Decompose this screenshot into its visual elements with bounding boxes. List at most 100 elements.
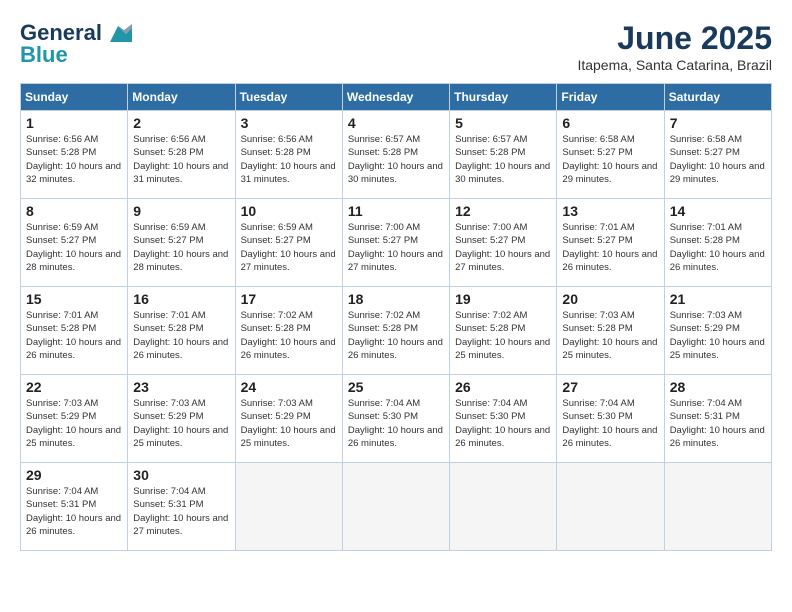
- calendar-cell: [664, 463, 771, 551]
- calendar-cell: 29Sunrise: 7:04 AMSunset: 5:31 PMDayligh…: [21, 463, 128, 551]
- day-number: 26: [455, 379, 551, 395]
- day-info: Sunrise: 7:03 AMSunset: 5:29 PMDaylight:…: [26, 397, 122, 450]
- day-info: Sunrise: 7:01 AMSunset: 5:28 PMDaylight:…: [26, 309, 122, 362]
- calendar-cell: 10 Sunrise: 6:59 AMSunset: 5:27 PMDayligh…: [235, 199, 342, 287]
- day-number: 2: [133, 115, 229, 131]
- day-number: 27: [562, 379, 658, 395]
- calendar-cell: [557, 463, 664, 551]
- day-info: Sunrise: 6:57 AMSunset: 5:28 PMDaylight:…: [348, 133, 444, 186]
- day-info: Sunrise: 6:58 AMSunset: 5:27 PMDaylight:…: [670, 133, 766, 186]
- calendar-week-2: 8 Sunrise: 6:59 AMSunset: 5:27 PMDaylight…: [21, 199, 772, 287]
- weekday-header-thursday: Thursday: [450, 84, 557, 111]
- day-info: Sunrise: 7:03 AMSunset: 5:29 PMDaylight:…: [670, 309, 766, 362]
- calendar-cell: 28Sunrise: 7:04 AMSunset: 5:31 PMDayligh…: [664, 375, 771, 463]
- day-info: Sunrise: 7:03 AMSunset: 5:29 PMDaylight:…: [241, 397, 337, 450]
- calendar-cell: 7 Sunrise: 6:58 AMSunset: 5:27 PMDaylight…: [664, 111, 771, 199]
- calendar-week-3: 15 Sunrise: 7:01 AMSunset: 5:28 PMDayligh…: [21, 287, 772, 375]
- day-info: Sunrise: 7:02 AMSunset: 5:28 PMDaylight:…: [455, 309, 551, 362]
- day-info: Sunrise: 6:57 AMSunset: 5:28 PMDaylight:…: [455, 133, 551, 186]
- day-number: 9: [133, 203, 229, 219]
- calendar-cell: 9 Sunrise: 6:59 AMSunset: 5:27 PMDaylight…: [128, 199, 235, 287]
- day-number: 1: [26, 115, 122, 131]
- weekday-header-saturday: Saturday: [664, 84, 771, 111]
- header: General Blue June 2025 Itapema, Santa Ca…: [20, 20, 772, 73]
- day-number: 25: [348, 379, 444, 395]
- day-number: 21: [670, 291, 766, 307]
- day-number: 19: [455, 291, 551, 307]
- day-number: 13: [562, 203, 658, 219]
- day-number: 16: [133, 291, 229, 307]
- day-number: 30: [133, 467, 229, 483]
- calendar-cell: 26 Sunrise: 7:04 AMSunset: 5:30 PMDayligh…: [450, 375, 557, 463]
- day-number: 10: [241, 203, 337, 219]
- calendar-cell: 12 Sunrise: 7:00 AMSunset: 5:27 PMDayligh…: [450, 199, 557, 287]
- day-number: 20: [562, 291, 658, 307]
- calendar-cell: 11Sunrise: 7:00 AMSunset: 5:27 PMDayligh…: [342, 199, 449, 287]
- calendar-cell: 27 Sunrise: 7:04 AMSunset: 5:30 PMDayligh…: [557, 375, 664, 463]
- day-number: 12: [455, 203, 551, 219]
- calendar-cell: 15 Sunrise: 7:01 AMSunset: 5:28 PMDayligh…: [21, 287, 128, 375]
- calendar-week-1: 1 Sunrise: 6:56 AMSunset: 5:28 PMDaylight…: [21, 111, 772, 199]
- day-info: Sunrise: 7:04 AMSunset: 5:30 PMDaylight:…: [562, 397, 658, 450]
- logo-icon: [104, 20, 132, 48]
- calendar-cell: 1 Sunrise: 6:56 AMSunset: 5:28 PMDaylight…: [21, 111, 128, 199]
- calendar-cell: [235, 463, 342, 551]
- day-info: Sunrise: 7:01 AMSunset: 5:28 PMDaylight:…: [133, 309, 229, 362]
- calendar-cell: 16 Sunrise: 7:01 AMSunset: 5:28 PMDayligh…: [128, 287, 235, 375]
- weekday-header-friday: Friday: [557, 84, 664, 111]
- calendar-body: 1 Sunrise: 6:56 AMSunset: 5:28 PMDaylight…: [21, 111, 772, 551]
- day-info: Sunrise: 7:02 AMSunset: 5:28 PMDaylight:…: [348, 309, 444, 362]
- calendar-cell: 4Sunrise: 6:57 AMSunset: 5:28 PMDaylight…: [342, 111, 449, 199]
- calendar-cell: 17Sunrise: 7:02 AMSunset: 5:28 PMDayligh…: [235, 287, 342, 375]
- day-info: Sunrise: 6:56 AMSunset: 5:28 PMDaylight:…: [26, 133, 122, 186]
- weekday-header-wednesday: Wednesday: [342, 84, 449, 111]
- calendar-week-4: 22Sunrise: 7:03 AMSunset: 5:29 PMDayligh…: [21, 375, 772, 463]
- weekday-header-monday: Monday: [128, 84, 235, 111]
- calendar-cell: 18 Sunrise: 7:02 AMSunset: 5:28 PMDayligh…: [342, 287, 449, 375]
- day-number: 29: [26, 467, 122, 483]
- day-info: Sunrise: 7:01 AMSunset: 5:27 PMDaylight:…: [562, 221, 658, 274]
- calendar-cell: 19 Sunrise: 7:02 AMSunset: 5:28 PMDayligh…: [450, 287, 557, 375]
- day-info: Sunrise: 7:04 AMSunset: 5:31 PMDaylight:…: [133, 485, 229, 538]
- calendar-cell: 2 Sunrise: 6:56 AMSunset: 5:28 PMDaylight…: [128, 111, 235, 199]
- logo: General Blue: [20, 20, 132, 66]
- weekday-header-row: SundayMondayTuesdayWednesdayThursdayFrid…: [21, 84, 772, 111]
- calendar-cell: 8 Sunrise: 6:59 AMSunset: 5:27 PMDaylight…: [21, 199, 128, 287]
- calendar-cell: 21 Sunrise: 7:03 AMSunset: 5:29 PMDayligh…: [664, 287, 771, 375]
- weekday-header-tuesday: Tuesday: [235, 84, 342, 111]
- calendar-cell: 23 Sunrise: 7:03 AMSunset: 5:29 PMDayligh…: [128, 375, 235, 463]
- day-number: 6: [562, 115, 658, 131]
- calendar-cell: 6 Sunrise: 6:58 AMSunset: 5:27 PMDaylight…: [557, 111, 664, 199]
- month-title: June 2025: [577, 20, 772, 57]
- calendar-cell: 30 Sunrise: 7:04 AMSunset: 5:31 PMDayligh…: [128, 463, 235, 551]
- day-number: 18: [348, 291, 444, 307]
- day-number: 15: [26, 291, 122, 307]
- day-number: 17: [241, 291, 337, 307]
- day-info: Sunrise: 6:59 AMSunset: 5:27 PMDaylight:…: [241, 221, 337, 274]
- day-info: Sunrise: 6:59 AMSunset: 5:27 PMDaylight:…: [133, 221, 229, 274]
- day-info: Sunrise: 7:01 AMSunset: 5:28 PMDaylight:…: [670, 221, 766, 274]
- calendar-cell: 14Sunrise: 7:01 AMSunset: 5:28 PMDayligh…: [664, 199, 771, 287]
- day-info: Sunrise: 7:03 AMSunset: 5:29 PMDaylight:…: [133, 397, 229, 450]
- day-info: Sunrise: 7:03 AMSunset: 5:28 PMDaylight:…: [562, 309, 658, 362]
- title-area: June 2025 Itapema, Santa Catarina, Brazi…: [577, 20, 772, 73]
- day-info: Sunrise: 7:04 AMSunset: 5:30 PMDaylight:…: [455, 397, 551, 450]
- day-number: 7: [670, 115, 766, 131]
- calendar-cell: 5Sunrise: 6:57 AMSunset: 5:28 PMDaylight…: [450, 111, 557, 199]
- calendar-cell: [450, 463, 557, 551]
- calendar-cell: [342, 463, 449, 551]
- weekday-header-sunday: Sunday: [21, 84, 128, 111]
- day-info: Sunrise: 7:04 AMSunset: 5:30 PMDaylight:…: [348, 397, 444, 450]
- day-info: Sunrise: 6:58 AMSunset: 5:27 PMDaylight:…: [562, 133, 658, 186]
- day-info: Sunrise: 6:56 AMSunset: 5:28 PMDaylight:…: [133, 133, 229, 186]
- day-info: Sunrise: 7:04 AMSunset: 5:31 PMDaylight:…: [670, 397, 766, 450]
- day-number: 23: [133, 379, 229, 395]
- calendar-table: SundayMondayTuesdayWednesdayThursdayFrid…: [20, 83, 772, 551]
- day-info: Sunrise: 7:00 AMSunset: 5:27 PMDaylight:…: [455, 221, 551, 274]
- calendar-cell: 20 Sunrise: 7:03 AMSunset: 5:28 PMDayligh…: [557, 287, 664, 375]
- calendar-cell: 22Sunrise: 7:03 AMSunset: 5:29 PMDayligh…: [21, 375, 128, 463]
- calendar-cell: 24Sunrise: 7:03 AMSunset: 5:29 PMDayligh…: [235, 375, 342, 463]
- day-info: Sunrise: 6:59 AMSunset: 5:27 PMDaylight:…: [26, 221, 122, 274]
- day-number: 8: [26, 203, 122, 219]
- calendar-cell: 3Sunrise: 6:56 AMSunset: 5:28 PMDaylight…: [235, 111, 342, 199]
